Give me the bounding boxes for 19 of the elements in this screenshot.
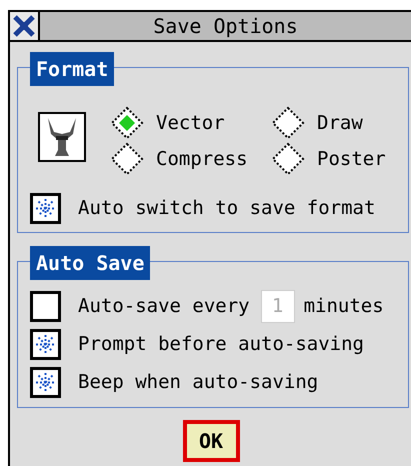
radio-option[interactable]: Vector [110, 105, 271, 141]
group-label: Format [30, 52, 114, 86]
checkbox-label: Auto switch to save format [78, 197, 376, 219]
unit-label: minutes [304, 295, 384, 317]
window-title: Save Options [152, 13, 299, 40]
ok-button[interactable]: OK [182, 420, 240, 462]
checkbox-label: Prompt before auto-saving [78, 333, 364, 355]
checkbox[interactable] [30, 328, 61, 360]
close-icon [13, 15, 35, 37]
radio-option[interactable]: Draw [271, 105, 386, 141]
group-label: Auto Save [30, 246, 150, 280]
checkbox[interactable] [30, 192, 61, 224]
checkbox[interactable] [30, 366, 61, 398]
checkbox-label: Beep when auto-saving [78, 371, 318, 393]
checkbox[interactable] [30, 290, 61, 322]
radio-option[interactable]: Poster [271, 141, 386, 177]
radio-option[interactable]: Compress [110, 141, 271, 177]
close-button[interactable] [10, 12, 40, 40]
checkbox-label: Auto-save every [78, 295, 250, 317]
